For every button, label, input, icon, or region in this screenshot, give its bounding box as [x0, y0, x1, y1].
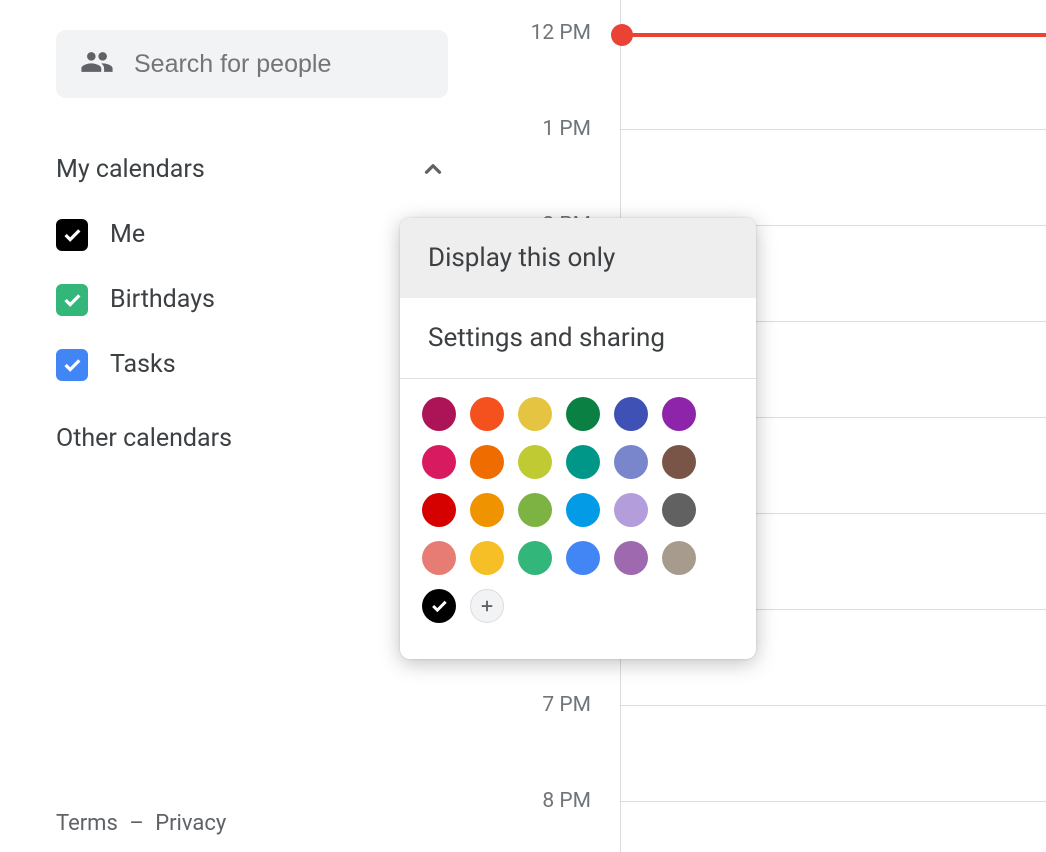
color-swatch[interactable] — [662, 493, 696, 527]
hour-label: 12 PM — [513, 21, 591, 45]
calendar-checkbox[interactable] — [56, 284, 88, 316]
color-swatch[interactable] — [614, 541, 648, 575]
current-time-line — [620, 33, 1046, 37]
calendar-list: Me Birthdays Tasks — [56, 212, 455, 387]
color-swatch-selected[interactable] — [422, 589, 456, 623]
search-input[interactable] — [132, 49, 458, 80]
footer-sep: – — [129, 811, 143, 836]
hour-row: 12 PM — [455, 33, 1046, 129]
privacy-link[interactable]: Privacy — [155, 811, 226, 836]
my-calendars-label: My calendars — [56, 155, 205, 184]
color-swatch[interactable] — [662, 541, 696, 575]
hour-line — [620, 801, 1046, 802]
hour-row: 1 PM — [455, 129, 1046, 225]
sidebar: My calendars Me Birthdays Tasks Other cale… — [0, 0, 455, 852]
current-time-dot — [611, 24, 633, 46]
color-swatch[interactable] — [422, 445, 456, 479]
color-swatch[interactable] — [614, 493, 648, 527]
color-swatch[interactable] — [422, 541, 456, 575]
color-swatch[interactable] — [470, 493, 504, 527]
settings-and-sharing[interactable]: Settings and sharing — [400, 298, 756, 378]
color-swatch[interactable] — [614, 445, 648, 479]
color-swatch[interactable] — [518, 541, 552, 575]
calendar-label: Tasks — [110, 350, 176, 379]
color-swatch[interactable] — [470, 445, 504, 479]
chevron-up-icon — [418, 154, 448, 184]
color-swatch[interactable] — [422, 493, 456, 527]
color-picker — [400, 379, 756, 659]
calendar-item[interactable]: Tasks — [56, 342, 455, 387]
color-swatch[interactable] — [662, 397, 696, 431]
hour-label: 7 PM — [513, 693, 591, 717]
add-custom-color[interactable] — [470, 589, 504, 623]
calendar-item[interactable]: Me — [56, 212, 455, 257]
display-this-only[interactable]: Display this only — [400, 218, 756, 298]
hour-line — [620, 705, 1046, 706]
calendar-item[interactable]: Birthdays — [56, 277, 455, 322]
hour-label: 8 PM — [513, 789, 591, 813]
terms-link[interactable]: Terms — [56, 811, 118, 836]
hour-row: 7 PM — [455, 705, 1046, 801]
color-swatch[interactable] — [470, 397, 504, 431]
color-swatch[interactable] — [566, 445, 600, 479]
color-swatch[interactable] — [566, 541, 600, 575]
calendar-label: Birthdays — [110, 285, 215, 314]
other-calendars-header[interactable]: Other calendars — [56, 423, 448, 453]
color-swatch[interactable] — [614, 397, 648, 431]
calendar-checkbox[interactable] — [56, 219, 88, 251]
color-swatch[interactable] — [662, 445, 696, 479]
color-swatch[interactable] — [518, 493, 552, 527]
hour-line — [620, 129, 1046, 130]
color-swatch[interactable] — [470, 541, 504, 575]
footer-links: Terms – Privacy — [56, 811, 226, 836]
color-swatch[interactable] — [518, 445, 552, 479]
calendar-checkbox[interactable] — [56, 349, 88, 381]
calendar-options-popover: Display this only Settings and sharing — [400, 218, 756, 659]
color-swatch[interactable] — [566, 493, 600, 527]
calendar-label: Me — [110, 220, 145, 249]
color-swatch[interactable] — [566, 397, 600, 431]
people-icon — [80, 45, 114, 83]
hour-label: 1 PM — [513, 117, 591, 141]
color-swatch[interactable] — [422, 397, 456, 431]
hour-row: 8 PM — [455, 801, 1046, 852]
other-calendars-label: Other calendars — [56, 424, 232, 453]
search-people[interactable] — [56, 30, 448, 98]
my-calendars-header[interactable]: My calendars — [56, 154, 448, 184]
color-swatch[interactable] — [518, 397, 552, 431]
